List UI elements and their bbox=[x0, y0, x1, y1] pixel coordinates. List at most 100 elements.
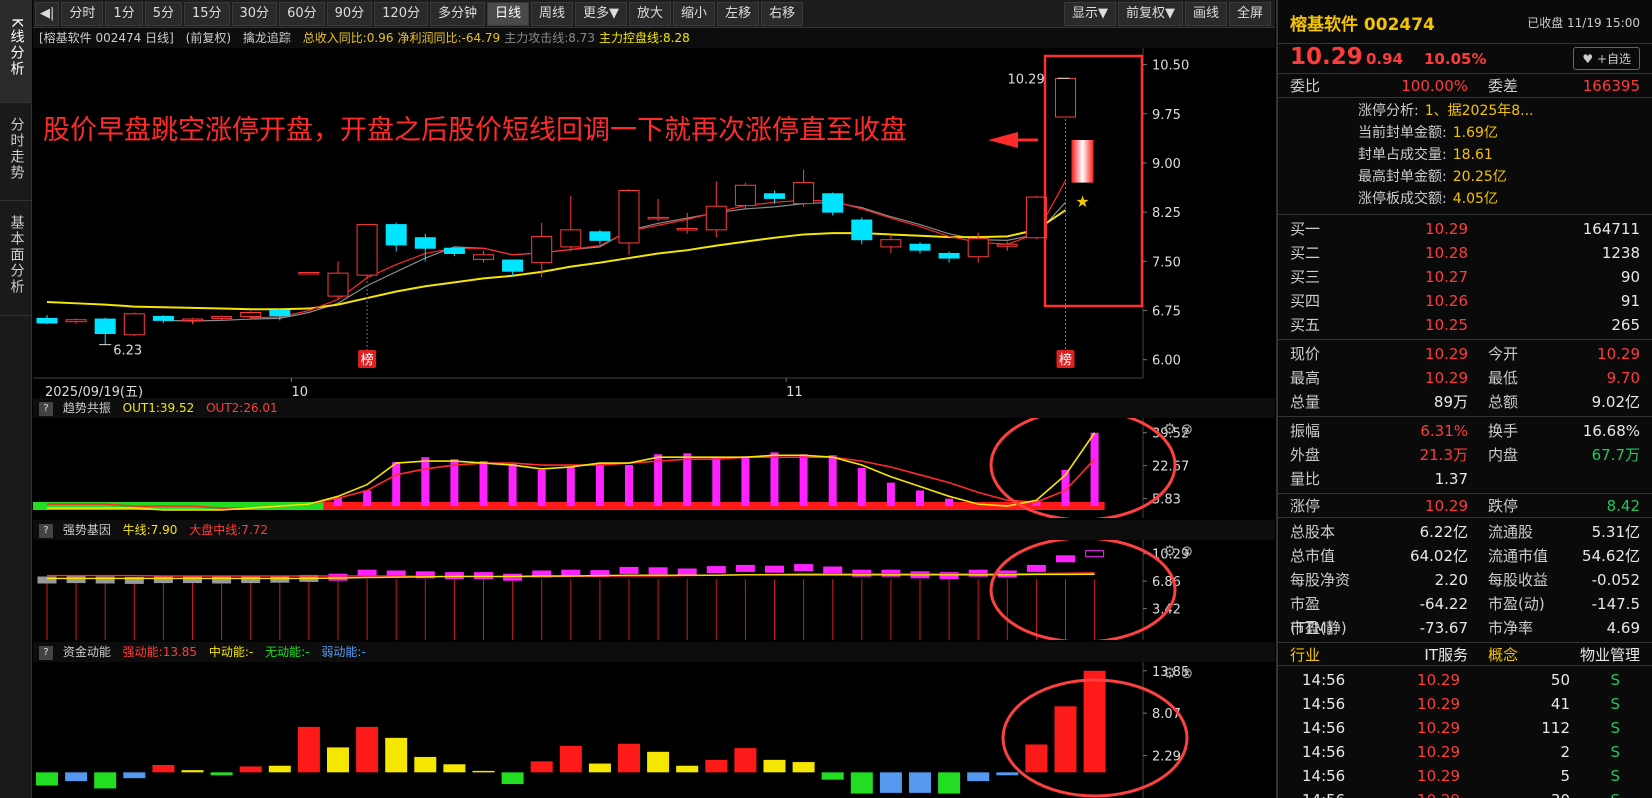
candle[interactable] bbox=[1025, 195, 1047, 240]
limit-up-analysis-label: 当前封单金额: bbox=[1358, 125, 1447, 141]
candle[interactable] bbox=[123, 312, 145, 337]
close-icon[interactable]: ⊗ bbox=[1180, 542, 1193, 560]
candle[interactable] bbox=[327, 261, 349, 299]
period-button[interactable]: 1分 bbox=[105, 1, 143, 26]
gene-bar bbox=[823, 566, 843, 574]
close-icon[interactable]: ⊗ bbox=[1180, 420, 1193, 438]
close-icon[interactable]: ⊗ bbox=[1180, 664, 1193, 682]
candle[interactable] bbox=[938, 251, 960, 263]
trend-resonance-chart[interactable]: 5.8322.6739.52 bbox=[33, 418, 1275, 518]
gear-icon[interactable]: ⚙ bbox=[1163, 420, 1176, 438]
period-button[interactable]: 5分 bbox=[144, 1, 182, 26]
candle-body bbox=[36, 317, 58, 324]
candle[interactable] bbox=[880, 234, 902, 253]
period-button[interactable]: 60分 bbox=[279, 1, 325, 26]
concept-value[interactable]: 物业管理 bbox=[1538, 643, 1640, 665]
add-watchlist-button[interactable]: ♥ +自选 bbox=[1573, 47, 1640, 70]
help-icon[interactable]: ? bbox=[39, 401, 53, 416]
limit-up-analysis-row: 涨停板成交额: 4.05亿 bbox=[1278, 188, 1652, 210]
period-button[interactable]: 多分钟 bbox=[429, 1, 485, 26]
help-icon[interactable]: ? bbox=[39, 523, 53, 538]
toolbar-right-button[interactable]: 前复权▼ bbox=[1117, 1, 1183, 26]
candle[interactable] bbox=[851, 217, 873, 245]
quote-label: 现价 bbox=[1290, 345, 1321, 363]
action-button[interactable]: 左移 bbox=[717, 1, 760, 26]
gene-bar bbox=[1056, 555, 1075, 563]
candle[interactable] bbox=[182, 317, 203, 325]
quote-value: 10.29 bbox=[1425, 345, 1468, 363]
momentum-bar bbox=[792, 762, 815, 773]
strong-gene-chart[interactable]: 3.426.8610.29 bbox=[33, 540, 1275, 640]
momentum-bar bbox=[1083, 670, 1106, 773]
candle[interactable] bbox=[443, 247, 465, 257]
step-back-button[interactable]: ◀| bbox=[35, 1, 60, 26]
candle-body bbox=[94, 318, 116, 334]
bid-row[interactable]: 买五 10.25 265 bbox=[1278, 313, 1652, 337]
candle[interactable] bbox=[822, 192, 844, 216]
quote-label: 总量 bbox=[1290, 393, 1321, 411]
candle[interactable] bbox=[1055, 77, 1076, 118]
toolbar-right-button[interactable]: 画线 bbox=[1184, 1, 1227, 26]
bid-row[interactable]: 买三 10.27 90 bbox=[1278, 265, 1652, 289]
industry-value[interactable]: IT服务 bbox=[1358, 643, 1468, 665]
action-button[interactable]: 放大 bbox=[629, 1, 672, 26]
panel3-tools: ⚙ ⊗ bbox=[1163, 664, 1193, 682]
quote2-value: 1.37 bbox=[1434, 470, 1468, 488]
period-button[interactable]: 15分 bbox=[183, 1, 230, 26]
bid-row[interactable]: 买一 10.29 164711 bbox=[1278, 217, 1652, 241]
vtab-intraday[interactable]: 分时走势 bbox=[0, 103, 32, 201]
panel2-title: 强势基因 bbox=[62, 523, 111, 537]
candle[interactable] bbox=[94, 317, 116, 345]
action-button[interactable]: 缩小 bbox=[673, 1, 716, 26]
candle[interactable] bbox=[909, 242, 931, 254]
vtab-fundamental[interactable]: 基本面分析 bbox=[0, 201, 32, 316]
momentum-bar bbox=[501, 772, 524, 785]
momentum-bar bbox=[268, 765, 291, 773]
candle[interactable] bbox=[560, 195, 582, 251]
quote-value: 9.70 bbox=[1606, 369, 1640, 387]
momentum-bar bbox=[821, 772, 844, 780]
gear-icon[interactable]: ⚙ bbox=[1163, 664, 1176, 682]
candle[interactable] bbox=[705, 181, 727, 238]
candle[interactable] bbox=[531, 222, 553, 278]
candle-body bbox=[618, 189, 640, 244]
candle[interactable] bbox=[356, 224, 378, 280]
candle[interactable] bbox=[734, 182, 756, 209]
period-button[interactable]: 分时 bbox=[61, 1, 104, 26]
gear-icon[interactable]: ⚙ bbox=[1163, 542, 1176, 560]
candlestick-chart[interactable]: 6.00 6.75 7.50 8.25 9.00 9.75 10.50 2025/09/19(… bbox=[33, 48, 1275, 398]
candle[interactable] bbox=[647, 199, 669, 221]
capital-momentum-chart[interactable]: 2.298.0713.85 bbox=[33, 662, 1275, 798]
arrow-icon bbox=[988, 132, 1018, 148]
bid-row[interactable]: 买二 10.28 1238 bbox=[1278, 241, 1652, 265]
candle[interactable] bbox=[473, 250, 494, 263]
candle[interactable] bbox=[502, 259, 524, 276]
candle[interactable] bbox=[793, 169, 815, 207]
tick-list[interactable]: 14:56 10.29 50 S 14:56 10.29 41 S 14:56 10.29 112 S… bbox=[1278, 666, 1652, 798]
candle[interactable] bbox=[996, 241, 1018, 251]
candle[interactable] bbox=[65, 318, 87, 324]
toolbar-right-button[interactable]: 显示▼ bbox=[1063, 1, 1116, 26]
candle-body bbox=[1025, 196, 1047, 239]
period-button[interactable]: 日线 bbox=[487, 1, 530, 26]
period-button[interactable]: 更多▼ bbox=[575, 1, 628, 26]
period-button[interactable]: 30分 bbox=[231, 1, 278, 26]
vtab-kline-analysis[interactable]: K线分析 bbox=[0, 0, 32, 103]
bid-row[interactable]: 买四 10.26 91 bbox=[1278, 289, 1652, 313]
help-icon[interactable]: ? bbox=[39, 645, 53, 660]
candle[interactable] bbox=[36, 315, 58, 325]
limit-up-analysis: 涨停分析: 1、据2025年8... 当前封单金额: 1.69亿 封单占成交量: 18.6… bbox=[1278, 98, 1652, 215]
candle[interactable] bbox=[385, 222, 407, 252]
period-button[interactable]: 周线 bbox=[531, 1, 574, 26]
momentum-bar bbox=[123, 772, 146, 779]
candle[interactable] bbox=[298, 271, 320, 275]
period-button[interactable]: 120分 bbox=[374, 1, 428, 26]
candle[interactable] bbox=[414, 233, 436, 262]
candle[interactable] bbox=[152, 315, 174, 323]
fund-value: 2.20 bbox=[1434, 571, 1468, 589]
toolbar-right-button[interactable]: 全屏 bbox=[1228, 1, 1271, 26]
period-button[interactable]: 90分 bbox=[326, 1, 373, 26]
candle[interactable] bbox=[618, 189, 640, 255]
action-button[interactable]: 右移 bbox=[761, 1, 804, 26]
candle[interactable] bbox=[676, 212, 698, 234]
